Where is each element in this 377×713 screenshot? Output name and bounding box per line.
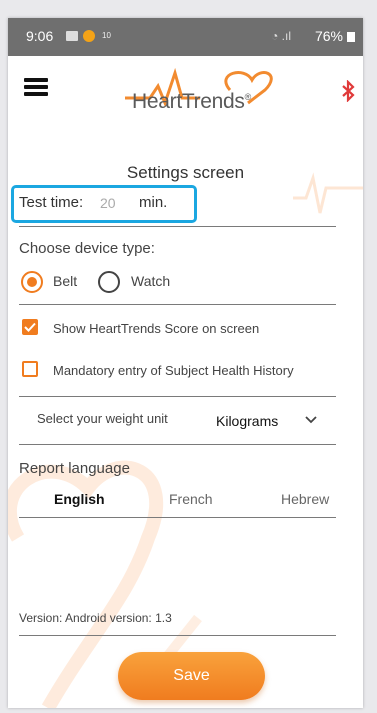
- device-type-label: Choose device type:: [19, 240, 155, 257]
- battery-icon: [347, 32, 355, 42]
- divider: [19, 304, 336, 305]
- test-time-label: Test time:: [19, 194, 84, 211]
- divider: [19, 396, 336, 397]
- show-score-label: Show HeartTrends Score on screen: [53, 321, 260, 336]
- show-score-checkbox[interactable]: [22, 319, 38, 335]
- gallery-notification-icon: [66, 31, 78, 41]
- bluetooth-icon[interactable]: [341, 80, 355, 102]
- hamburger-icon[interactable]: [24, 78, 48, 96]
- radio-watch[interactable]: [98, 271, 120, 293]
- health-history-label: Mandatory entry of Subject Health Histor…: [53, 363, 294, 378]
- radio-belt[interactable]: [21, 271, 43, 293]
- language-french[interactable]: French: [169, 491, 213, 507]
- save-button[interactable]: Save: [118, 652, 265, 700]
- radio-watch-label: Watch: [131, 273, 171, 289]
- app-notification-icon: [83, 30, 95, 42]
- signal-icon: ◔ .ıl: [271, 29, 291, 43]
- report-language-label: Report language: [19, 460, 130, 477]
- status-time: 9:06: [26, 28, 54, 44]
- checkmark-icon: [24, 322, 36, 332]
- language-english[interactable]: English: [54, 491, 105, 507]
- test-time-unit: min.: [139, 194, 168, 211]
- phone-screen: 9:06 10 ◔ .ıl 76% HeartTrends® Settings …: [8, 18, 363, 708]
- divider: [19, 517, 336, 518]
- page-title: Settings screen: [126, 163, 245, 182]
- logo-text: HeartTrends®: [132, 90, 251, 113]
- status-bar: 9:06 10 ◔ .ıl 76%: [8, 18, 363, 56]
- weight-unit-select[interactable]: Kilograms: [216, 413, 278, 429]
- version-text: Version: Android version: 1.3: [19, 611, 172, 625]
- health-history-checkbox[interactable]: [22, 361, 38, 377]
- status-small-text: 10: [102, 31, 111, 40]
- weight-unit-label: Select your weight unit: [37, 411, 168, 426]
- test-time-input[interactable]: 20: [100, 195, 116, 211]
- divider: [19, 444, 336, 445]
- language-hebrew[interactable]: Hebrew: [281, 491, 329, 507]
- divider: [19, 635, 336, 636]
- radio-belt-label: Belt: [53, 273, 78, 289]
- chevron-down-icon[interactable]: [304, 412, 318, 426]
- divider: [19, 226, 336, 227]
- battery-percentage: 76%: [314, 28, 343, 44]
